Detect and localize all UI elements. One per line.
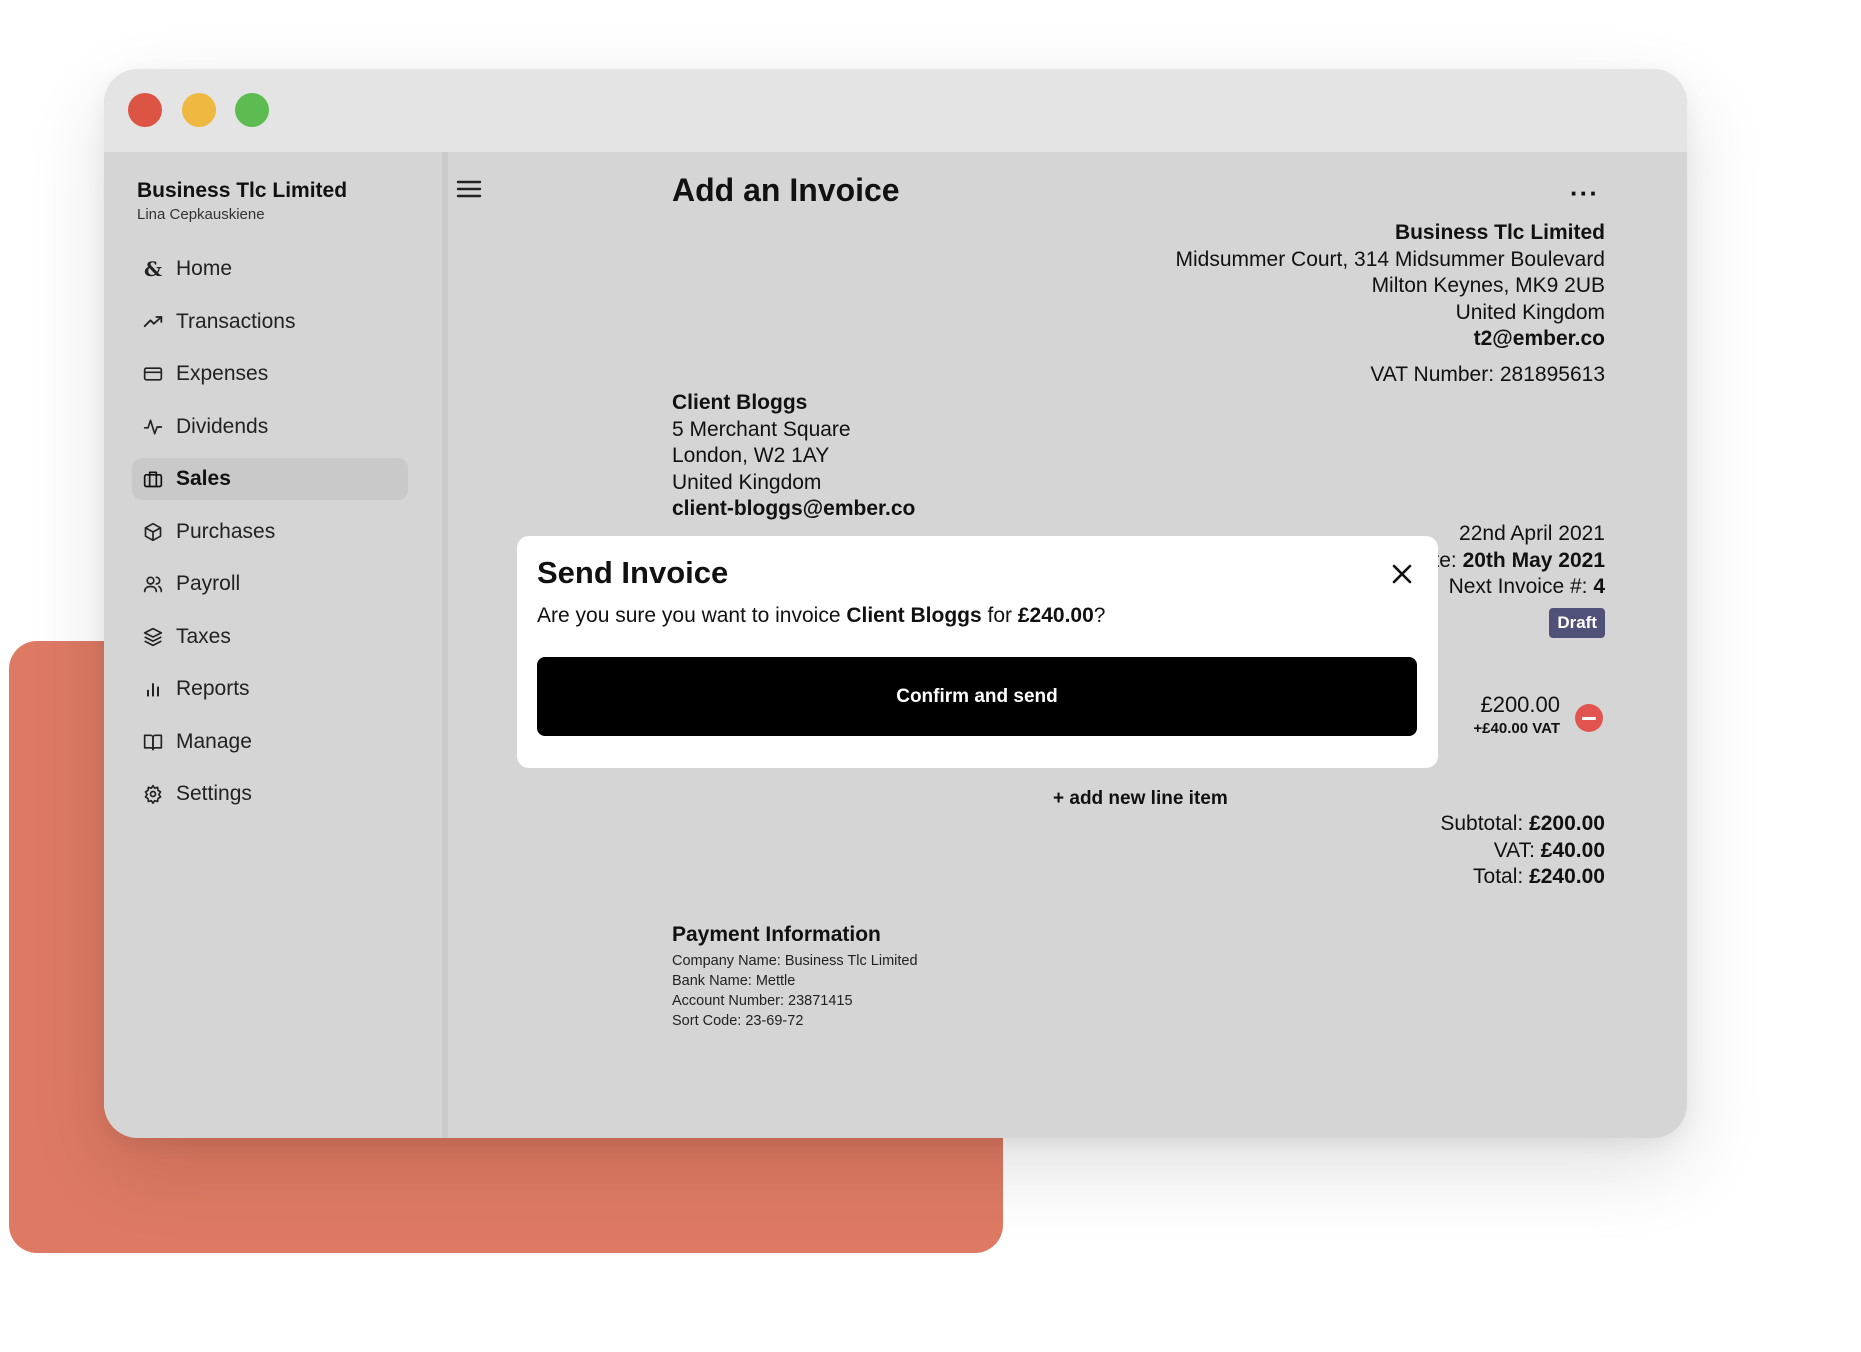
dialog-text-suffix: ? xyxy=(1093,604,1106,627)
send-invoice-dialog: Send Invoice Are you sure you want to in… xyxy=(517,536,1438,768)
client-address-line2: London, W2 1AY xyxy=(672,444,830,467)
sidebar-item-label: Manage xyxy=(176,729,252,753)
close-window-button[interactable] xyxy=(128,93,162,127)
payment-bank-name: Bank Name: Mettle xyxy=(672,973,796,989)
close-icon[interactable] xyxy=(1390,562,1414,586)
sidebar-item-label: Dividends xyxy=(176,414,269,438)
status-badge: Draft xyxy=(1549,608,1605,638)
sidebar-item-manage[interactable]: Manage xyxy=(132,721,408,763)
vat-row: VAT: £40.00 xyxy=(1440,838,1605,865)
dialog-amount: £240.00 xyxy=(1017,604,1094,627)
next-invoice-row: Next Invoice #: 4 xyxy=(1433,574,1605,601)
company-email: t2@ember.co xyxy=(1473,327,1605,350)
company-address-line1: Midsummer Court, 314 Midsummer Boulevard xyxy=(1175,247,1605,271)
sidebar-item-settings[interactable]: Settings xyxy=(132,773,408,815)
sidebar-item-expenses[interactable]: Expenses xyxy=(132,353,408,395)
org-name: Business Tlc Limited xyxy=(137,179,348,202)
client-details[interactable]: Client Bloggs 5 Merchant Square London, … xyxy=(672,390,915,523)
total-value: £240.00 xyxy=(1529,865,1605,888)
dialog-title: Send Invoice xyxy=(537,555,729,590)
bar-chart-icon xyxy=(142,678,164,700)
sidebar-item-taxes[interactable]: Taxes xyxy=(132,616,408,658)
total-row: Total: £240.00 xyxy=(1440,864,1605,891)
client-name: Client Bloggs xyxy=(672,391,808,414)
sidebar-item-label: Settings xyxy=(176,782,252,805)
activity-icon xyxy=(142,416,164,438)
line-item-total: £200.00 xyxy=(1480,692,1560,717)
dialog-message: Are you sure you want to invoice Client … xyxy=(537,604,1105,628)
maximize-window-button[interactable] xyxy=(235,93,269,127)
gear-icon xyxy=(142,783,164,805)
more-options-button[interactable]: ··· xyxy=(1570,178,1599,209)
sidebar-item-label: Home xyxy=(176,257,233,280)
trend-up-icon xyxy=(142,311,164,333)
add-line-item-button[interactable]: + add new line item xyxy=(1053,788,1228,810)
confirm-and-send-button[interactable]: Confirm and send xyxy=(537,657,1417,736)
line-item-amount[interactable]: £200.00 +£40.00 VAT xyxy=(1473,692,1560,737)
window-titlebar xyxy=(104,69,1687,152)
subtotal-label: Subtotal: xyxy=(1440,812,1530,835)
due-date-row[interactable]: te: 20th May 2021 xyxy=(1433,548,1605,575)
client-address-line1: 5 Merchant Square xyxy=(672,417,851,441)
company-vat-number: VAT Number: 281895613 xyxy=(1370,363,1605,386)
box-icon xyxy=(142,521,164,543)
company-address-line2: Milton Keynes, MK9 2UB xyxy=(1371,274,1605,297)
subtotal-row: Subtotal: £200.00 xyxy=(1440,811,1605,838)
minimize-window-button[interactable] xyxy=(182,93,216,127)
company-country: United Kingdom xyxy=(1455,300,1605,324)
user-name: Lina Cepkauskiene xyxy=(137,206,265,223)
remove-line-item-button[interactable] xyxy=(1575,704,1603,732)
client-country: United Kingdom xyxy=(672,470,822,494)
next-invoice-label: Next Invoice #: xyxy=(1448,575,1594,598)
sidebar-item-label: Sales xyxy=(176,467,231,490)
sidebar-item-sales[interactable]: Sales xyxy=(132,458,408,500)
sidebar-item-label: Payroll xyxy=(176,572,241,595)
payment-company-name: Company Name: Business Tlc Limited xyxy=(672,953,918,969)
sidebar-nav: & Home Transactions Expenses Dividends S… xyxy=(132,248,408,826)
payment-information: Payment Information Company Name: Busine… xyxy=(672,923,918,1031)
payment-heading: Payment Information xyxy=(672,923,881,946)
sidebar-item-label: Transactions xyxy=(176,309,296,333)
subtotal-value: £200.00 xyxy=(1529,812,1605,835)
sidebar-item-label: Reports xyxy=(176,677,250,700)
dialog-text-mid: for xyxy=(981,604,1018,627)
sidebar-item-purchases[interactable]: Purchases xyxy=(132,511,408,553)
vat-label: VAT: xyxy=(1493,838,1541,862)
sidebar-item-payroll[interactable]: Payroll xyxy=(132,563,408,605)
book-icon xyxy=(142,731,164,753)
dialog-client-name: Client Bloggs xyxy=(846,604,982,627)
page-title: Add an Invoice xyxy=(672,172,900,208)
sidebar-item-dividends[interactable]: Dividends xyxy=(132,406,408,448)
company-details: Business Tlc Limited Midsummer Court, 31… xyxy=(1176,220,1605,353)
vat-value: £40.00 xyxy=(1540,838,1605,862)
due-date-value: 20th May 2021 xyxy=(1462,548,1605,572)
menu-icon[interactable] xyxy=(456,178,482,200)
sidebar-item-home[interactable]: & Home xyxy=(132,248,408,290)
invoice-date[interactable]: 22nd April 2021 xyxy=(1433,521,1605,548)
sidebar: Business Tlc Limited Lina Cepkauskiene &… xyxy=(104,152,448,1138)
sidebar-item-label: Taxes xyxy=(176,624,231,648)
sidebar-item-reports[interactable]: Reports xyxy=(132,668,408,710)
total-label: Total: xyxy=(1473,865,1530,888)
sidebar-item-label: Purchases xyxy=(176,519,276,543)
next-invoice-number: 4 xyxy=(1593,575,1605,598)
company-name: Business Tlc Limited xyxy=(1394,221,1605,244)
users-icon xyxy=(142,573,164,595)
layers-icon xyxy=(142,626,164,648)
invoice-dates: 22nd April 2021 te: 20th May 2021 Next I… xyxy=(1433,521,1605,601)
credit-card-icon xyxy=(142,363,164,385)
payment-account-number: Account Number: 23871415 xyxy=(672,993,853,1009)
line-item-vat: +£40.00 VAT xyxy=(1473,720,1560,737)
invoice-totals: Subtotal: £200.00 VAT: £40.00 Total: £24… xyxy=(1440,811,1605,891)
dialog-text-prefix: Are you sure you want to invoice xyxy=(537,604,847,627)
ampersand-icon: & xyxy=(143,257,163,281)
client-email: client-bloggs@ember.co xyxy=(672,497,916,520)
payment-sort-code: Sort Code: 23-69-72 xyxy=(672,1013,804,1029)
sidebar-item-transactions[interactable]: Transactions xyxy=(132,301,408,343)
briefcase-icon xyxy=(142,468,164,490)
sidebar-item-label: Expenses xyxy=(176,362,269,385)
